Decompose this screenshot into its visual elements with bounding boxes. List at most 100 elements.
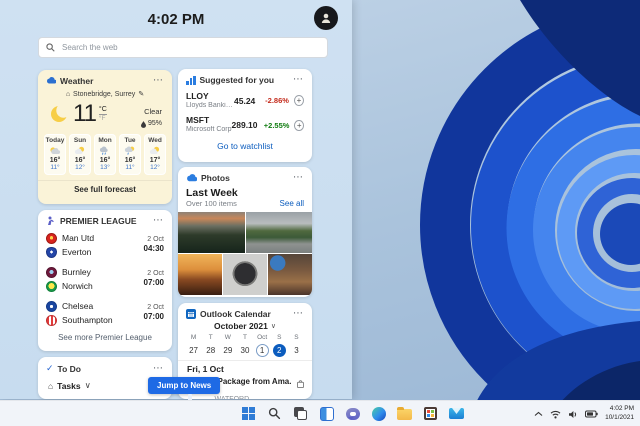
stocks-more-button[interactable]: ⋯	[293, 77, 304, 83]
tray-chevron-up-button[interactable]	[534, 411, 543, 417]
taskbar-search-button[interactable]	[266, 405, 283, 422]
photo-thumbnail[interactable]	[178, 254, 222, 295]
unit-fahrenheit-toggle[interactable]: °F	[99, 115, 107, 123]
bar-chart-icon	[186, 76, 196, 85]
volume-button[interactable]	[568, 410, 578, 419]
everton-badge-icon	[46, 247, 57, 258]
weather-more-button[interactable]: ⋯	[153, 78, 164, 84]
weather-location[interactable]: ⌂ Stonebridge, Surrey ✎	[38, 90, 172, 98]
droplet-icon	[141, 121, 146, 128]
panel-clock: 4:02 PM	[0, 11, 352, 28]
edit-location-icon[interactable]: ✎	[138, 90, 144, 98]
speaker-icon	[568, 410, 578, 419]
stocks-widget[interactable]: Suggested for you ⋯ LLOY Lloyds Bankin..…	[178, 69, 312, 162]
person-icon	[320, 12, 332, 24]
see-all-link[interactable]: See all	[280, 199, 304, 208]
store-button[interactable]	[422, 405, 439, 422]
edge-button[interactable]	[370, 405, 387, 422]
photos-count: Over 100 items	[186, 199, 238, 208]
forecast-row: Today 16° 11° Sun 16° 12° Mon	[44, 134, 166, 175]
add-to-watchlist-button[interactable]: +	[294, 95, 304, 106]
taskbar-clock[interactable]: 4:02 PM 10/1/2021	[605, 405, 634, 423]
stock-row-msft[interactable]: MSFT Microsoft Corp 289.10 +2.55% +	[178, 112, 312, 136]
widgets-button[interactable]	[318, 405, 335, 422]
weather-condition: Clear	[144, 107, 162, 116]
calendar-date[interactable]: 27	[185, 343, 202, 358]
forecast-day-today[interactable]: Today 16° 11°	[44, 134, 66, 175]
forecast-day-wed[interactable]: Wed 17° 12°	[144, 134, 166, 175]
chevron-down-icon: ∨	[85, 380, 91, 391]
add-to-watchlist-button[interactable]: +	[294, 120, 304, 131]
moon-icon	[50, 105, 68, 123]
calendar-date[interactable]: 30	[236, 343, 253, 358]
file-explorer-button[interactable]	[396, 405, 413, 422]
search-bar[interactable]	[38, 37, 328, 58]
battery-button[interactable]	[585, 410, 598, 418]
search-input[interactable]	[60, 42, 320, 53]
todo-more-button[interactable]: ⋯	[153, 366, 164, 372]
forecast-day-tue[interactable]: Tue 16° 11°	[119, 134, 141, 175]
folder-icon	[397, 409, 412, 420]
calendar-date[interactable]: 28	[202, 343, 219, 358]
jump-to-news-button[interactable]: Jump to News	[148, 377, 220, 394]
calendar-date[interactable]: 3	[288, 343, 305, 358]
calendar-date-selected[interactable]: 2	[271, 343, 288, 358]
taskbar: 4:02 PM 10/1/2021	[0, 400, 640, 426]
stocks-header: Suggested for you ⋯	[178, 69, 312, 88]
go-to-watchlist-link[interactable]: Go to watchlist	[178, 141, 312, 151]
weather-title: Weather	[60, 76, 93, 86]
weather-location-text: Stonebridge, Surrey	[73, 91, 135, 98]
burnley-badge-icon	[46, 267, 57, 278]
tasks-list-label: Tasks	[57, 381, 80, 391]
home-icon: ⌂	[66, 91, 70, 98]
calendar-title: Outlook Calendar	[200, 309, 271, 319]
microsoft-store-icon	[424, 407, 437, 420]
fixture-row[interactable]: Burnley Norwich 2 Oct 07:00	[46, 265, 164, 293]
photos-more-button[interactable]: ⋯	[293, 175, 304, 181]
weather-widget[interactable]: Weather ⋯ ⌂ Stonebridge, Surrey ✎ 11 °C …	[38, 70, 172, 204]
league-more-button[interactable]: ⋯	[153, 218, 164, 224]
chat-button[interactable]	[344, 405, 361, 422]
chevron-down-icon: ∨	[271, 322, 276, 330]
premier-league-widget[interactable]: PREMIER LEAGUE ⋯ Man Utd Everton 2 Oct 0…	[38, 210, 172, 351]
task-view-button[interactable]	[292, 405, 309, 422]
see-full-forecast-link[interactable]: See full forecast	[38, 180, 172, 194]
chat-icon	[346, 408, 360, 420]
selected-day-label: Fri, 1 Oct	[178, 361, 312, 375]
forecast-day-mon[interactable]: Mon 16° 13°	[94, 134, 116, 175]
man-utd-badge-icon	[46, 233, 57, 244]
see-more-premier-league-link[interactable]: See more Premier League	[38, 333, 172, 342]
stock-row-lloy[interactable]: LLOY Lloyds Bankin... 45.24 -2.86% +	[178, 88, 312, 112]
league-title: PREMIER LEAGUE	[60, 216, 137, 226]
fixture-row[interactable]: Chelsea Southampton 2 Oct 07:00	[46, 299, 164, 327]
fixture-row[interactable]: Man Utd Everton 2 Oct 04:30	[46, 231, 164, 259]
weather-header: Weather ⋯	[38, 70, 172, 89]
user-avatar[interactable]	[314, 6, 338, 30]
premier-league-icon	[46, 216, 56, 226]
norwich-badge-icon	[46, 281, 57, 292]
photo-thumbnail[interactable]	[268, 254, 312, 295]
wifi-button[interactable]	[550, 410, 561, 419]
photo-thumbnail[interactable]	[223, 254, 267, 295]
unit-celsius-toggle[interactable]: °C	[99, 106, 107, 115]
photos-heading: Last Week	[186, 187, 238, 199]
chevron-up-icon	[534, 411, 543, 417]
calendar-date[interactable]: 29	[219, 343, 236, 358]
edge-browser-icon	[372, 407, 386, 421]
calendar-date-today[interactable]: 1	[254, 343, 271, 358]
photo-thumbnail[interactable]	[246, 212, 313, 253]
photos-widget[interactable]: Photos ⋯ Last Week Over 100 items See al…	[178, 167, 312, 297]
forecast-day-sun[interactable]: Sun 16° 12°	[69, 134, 91, 175]
mail-button[interactable]	[448, 405, 465, 422]
stocks-title: Suggested for you	[200, 75, 275, 85]
battery-icon	[585, 410, 598, 418]
photos-title: Photos	[201, 173, 230, 183]
start-button[interactable]	[240, 405, 257, 422]
photo-thumbnail[interactable]	[178, 212, 245, 253]
month-selector[interactable]: October 2021 ∨	[178, 321, 312, 331]
mail-icon	[449, 408, 464, 419]
widgets-panel: 4:02 PM Weather ⋯ ⌂ Stonebridge, Surrey …	[0, 0, 352, 399]
calendar-more-button[interactable]: ⋯	[293, 311, 304, 317]
todo-header: ✓ To Do ⋯	[38, 357, 172, 377]
weather-current: 11 °C °F Clear 95%	[50, 100, 162, 129]
